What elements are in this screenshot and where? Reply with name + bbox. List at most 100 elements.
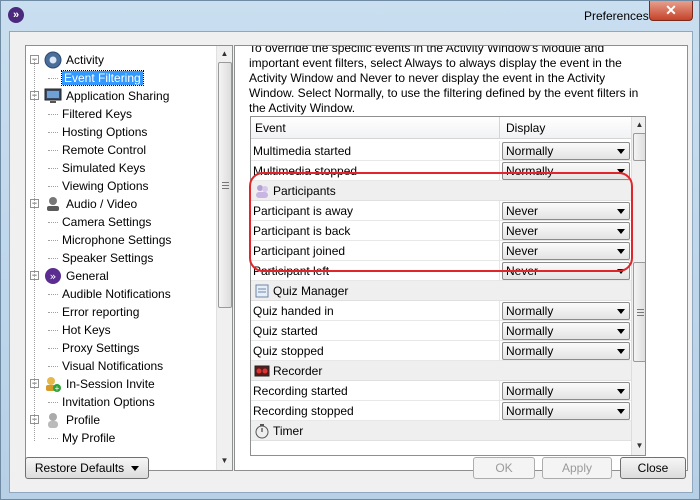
table-row[interactable]: Quiz stopped Normally bbox=[251, 341, 631, 361]
display-select[interactable]: Never bbox=[502, 222, 630, 240]
tree-item-visual-notifications[interactable]: Visual Notifications bbox=[62, 357, 163, 375]
event-name: Multimedia started bbox=[253, 144, 352, 158]
tree-item-event-filtering[interactable]: Event Filtering bbox=[61, 69, 144, 87]
recorder-icon bbox=[254, 363, 270, 379]
display-value: Never bbox=[506, 204, 539, 218]
display-select[interactable]: Never bbox=[502, 242, 630, 260]
tree-item-error-reporting[interactable]: Error reporting bbox=[62, 303, 139, 321]
window-close-button[interactable]: ✕ bbox=[649, 1, 693, 21]
table-scroll-thumb[interactable] bbox=[633, 262, 645, 362]
close-button[interactable]: Close bbox=[620, 457, 686, 479]
quiz-manager-icon bbox=[254, 283, 270, 299]
table-row[interactable]: Participant is back Never bbox=[251, 221, 631, 241]
tree-item-label: Visual Notifications bbox=[62, 359, 164, 373]
chevron-down-icon bbox=[617, 229, 625, 234]
table-row[interactable]: Quiz started Normally bbox=[251, 321, 631, 341]
tree-item-viewing-options[interactable]: Viewing Options bbox=[62, 177, 149, 195]
tree-item-simulated-keys[interactable]: Simulated Keys bbox=[62, 159, 145, 177]
display-value: Normally bbox=[506, 304, 554, 318]
display-select[interactable]: Never bbox=[502, 262, 630, 280]
display-select[interactable]: Normally bbox=[502, 342, 630, 360]
profile-icon bbox=[44, 411, 62, 429]
ok-button[interactable]: OK bbox=[473, 457, 535, 479]
display-select[interactable]: Normally bbox=[502, 142, 630, 160]
tree-connector bbox=[48, 402, 58, 403]
preferences-tree: − Activity Event Filtering − Application Sha… bbox=[25, 45, 233, 471]
tree-item-audible-notifications[interactable]: Audible Notifications bbox=[62, 285, 171, 303]
tree-item-label: Audible Notifications bbox=[62, 287, 171, 301]
table-row[interactable]: Participant joined Never bbox=[251, 241, 631, 261]
display-value: Normally bbox=[506, 324, 554, 338]
tree-item-label: Event Filtering bbox=[61, 70, 144, 86]
apply-button[interactable]: Apply bbox=[542, 457, 612, 479]
table-scroll-thumb-top[interactable] bbox=[633, 133, 645, 161]
tree-item-label: Proxy Settings bbox=[62, 341, 140, 355]
event-name: Participant joined bbox=[253, 244, 346, 258]
display-value: Never bbox=[506, 244, 539, 258]
tree-item-label: Viewing Options bbox=[62, 179, 149, 193]
column-header-display[interactable]: Display bbox=[506, 121, 545, 135]
table-row[interactable]: Multimedia started Normally bbox=[251, 141, 631, 161]
chevron-down-icon bbox=[617, 349, 625, 354]
group-label: Recorder bbox=[273, 364, 323, 378]
tree-item-label: Hosting Options bbox=[62, 125, 148, 139]
tree-item-label: Camera Settings bbox=[62, 215, 152, 229]
tree-connector bbox=[48, 150, 58, 151]
tree-item-label: Speaker Settings bbox=[62, 251, 154, 265]
display-select[interactable]: Normally bbox=[502, 302, 630, 320]
tree-item-invitation-options[interactable]: Invitation Options bbox=[62, 393, 155, 411]
tree-item-label: General bbox=[66, 269, 109, 283]
event-name: Quiz stopped bbox=[253, 344, 324, 358]
column-header-event[interactable]: Event bbox=[255, 121, 286, 135]
scroll-up-icon[interactable]: ▲ bbox=[219, 48, 230, 60]
table-row[interactable]: Participant left Never bbox=[251, 261, 631, 281]
event-name: Participant left bbox=[253, 264, 330, 278]
tree-item-hosting-options[interactable]: Hosting Options bbox=[62, 123, 147, 141]
restore-defaults-label: Restore Defaults bbox=[34, 461, 125, 475]
tree-item-filtered-keys[interactable]: Filtered Keys bbox=[62, 105, 132, 123]
tree-scroll-thumb[interactable] bbox=[218, 62, 232, 308]
audio-video-icon bbox=[44, 195, 62, 213]
table-row[interactable]: Recording stopped Normally bbox=[251, 401, 631, 421]
group-label: Quiz Manager bbox=[273, 284, 349, 298]
dialog-body: − Activity Event Filtering − Application Sha… bbox=[9, 31, 693, 493]
tree-connector bbox=[48, 186, 58, 187]
display-select[interactable]: Normally bbox=[502, 162, 630, 180]
display-select[interactable]: Normally bbox=[502, 322, 630, 340]
display-select[interactable]: Normally bbox=[502, 382, 630, 400]
chevron-down-icon bbox=[617, 249, 625, 254]
table-row[interactable]: Quiz handed in Normally bbox=[251, 301, 631, 321]
description-text: To override the specific events in the A… bbox=[249, 45, 639, 115]
title-bar[interactable]: » Preferences ✕ bbox=[1, 1, 700, 31]
event-name: Multimedia stopped bbox=[253, 164, 358, 178]
scroll-down-icon[interactable]: ▼ bbox=[634, 440, 645, 452]
scroll-down-icon[interactable]: ▼ bbox=[219, 455, 230, 467]
tree-connector bbox=[34, 60, 35, 441]
tree-item-speaker-settings[interactable]: Speaker Settings bbox=[62, 249, 153, 267]
tree-item-label: Activity bbox=[66, 53, 105, 67]
display-select[interactable]: Normally bbox=[502, 402, 630, 420]
tree-item-my-profile[interactable]: My Profile bbox=[62, 429, 115, 447]
table-row[interactable]: Recording started Normally bbox=[251, 381, 631, 401]
tree-item-microphone-settings[interactable]: Microphone Settings bbox=[62, 231, 171, 249]
chevron-down-icon bbox=[617, 309, 625, 314]
tree-connector bbox=[48, 330, 58, 331]
tree-item-camera-settings[interactable]: Camera Settings bbox=[62, 213, 151, 231]
table-row[interactable]: Multimedia stopped Normally bbox=[251, 161, 631, 181]
display-select[interactable]: Never bbox=[502, 202, 630, 220]
group-header-quiz-manager: Quiz Manager bbox=[251, 281, 631, 301]
tree-item-proxy-settings[interactable]: Proxy Settings bbox=[62, 339, 139, 357]
tree-item-label: Invitation Options bbox=[62, 395, 155, 409]
table-scrollbar[interactable]: ▲ ▼ bbox=[631, 117, 645, 455]
restore-defaults-button[interactable]: Restore Defaults bbox=[25, 457, 149, 479]
chevron-down-icon bbox=[617, 169, 625, 174]
tree-item-label: In-Session Invite bbox=[66, 377, 155, 391]
scroll-up-icon[interactable]: ▲ bbox=[634, 119, 645, 131]
tree-item-remote-control[interactable]: Remote Control bbox=[62, 141, 146, 159]
tree-item-hot-keys[interactable]: Hot Keys bbox=[62, 321, 111, 339]
tree-item-label: Microphone Settings bbox=[62, 233, 172, 247]
table-row[interactable]: Participant is away Never bbox=[251, 201, 631, 221]
tree-scrollbar[interactable]: ▲ ▼ bbox=[216, 46, 232, 470]
display-value: Never bbox=[506, 264, 539, 278]
svg-text:+: + bbox=[55, 384, 60, 393]
